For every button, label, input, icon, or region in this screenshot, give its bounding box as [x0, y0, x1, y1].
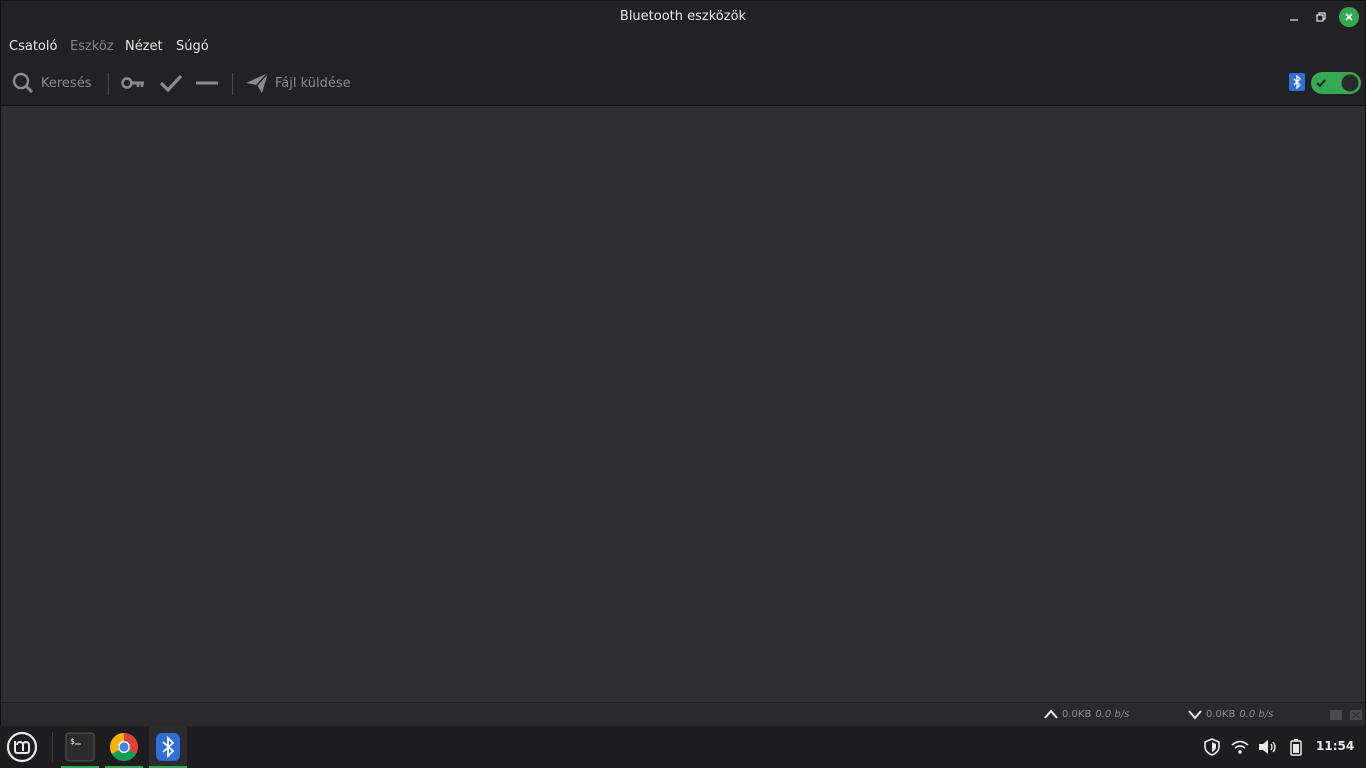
- mint-logo-icon: [6, 731, 38, 763]
- taskbar-bluetooth[interactable]: [149, 726, 187, 768]
- start-menu-button[interactable]: [4, 726, 40, 768]
- send-file-label: Fájl küldése: [275, 75, 351, 91]
- close-button[interactable]: [1339, 7, 1359, 27]
- chrome-icon: [110, 733, 138, 761]
- upload-rate: 0.0 b/s: [1095, 708, 1130, 720]
- tray-volume[interactable]: [1257, 736, 1279, 758]
- bluetooth-window: Bluetooth eszközök Csatoló Eszköz Nézet …: [0, 0, 1366, 727]
- search-icon: [12, 72, 34, 94]
- bluetooth-app-icon: [156, 733, 180, 761]
- taskbar-terminal[interactable]: $: [61, 726, 99, 768]
- status-bar: 0.0KB 0.0 b/s 0.0KB 0.0 b/s: [1, 702, 1365, 727]
- trust-button[interactable]: [159, 70, 183, 96]
- maximize-button[interactable]: [1311, 7, 1331, 27]
- download-total: 0.0KB: [1206, 708, 1236, 720]
- volume-icon: [1259, 740, 1276, 754]
- taskbar-separator: [52, 732, 53, 762]
- shield-icon: [1204, 738, 1220, 756]
- minimize-icon: [1290, 19, 1298, 21]
- upload-stat: 0.0KB 0.0 b/s: [1043, 708, 1129, 720]
- toolbar-separator: [232, 73, 233, 95]
- menu-sugo[interactable]: Súgó: [176, 39, 209, 54]
- battery-icon: [1290, 739, 1302, 756]
- bluetooth-power-toggle[interactable]: [1311, 72, 1361, 94]
- search-label: Keresés: [41, 75, 92, 91]
- tray-shield[interactable]: [1201, 736, 1223, 758]
- download-rate: 0.0 b/s: [1239, 708, 1274, 720]
- svg-text:$: $: [70, 737, 75, 746]
- search-button[interactable]: Keresés: [11, 70, 91, 96]
- taskbar: $ 11:54: [0, 726, 1366, 768]
- key-icon: [121, 77, 144, 89]
- remove-button[interactable]: [195, 70, 219, 96]
- minimize-button[interactable]: [1284, 7, 1304, 27]
- toolbar-separator: [108, 73, 109, 95]
- close-icon: [1345, 13, 1353, 21]
- menu-eszkoz[interactable]: Eszköz: [70, 39, 114, 54]
- menu-csatolo[interactable]: Csatoló: [9, 39, 57, 54]
- taskbar-chrome[interactable]: [105, 726, 143, 768]
- wifi-icon: [1231, 740, 1249, 754]
- tray-battery[interactable]: [1285, 736, 1307, 758]
- toolbar: Keresés Fájl küldése: [1, 63, 1365, 106]
- upload-total: 0.0KB: [1062, 708, 1092, 720]
- bluetooth-status-icon: [1289, 73, 1305, 91]
- tray-network[interactable]: [1229, 736, 1251, 758]
- terminal-icon: $: [65, 732, 95, 762]
- clock[interactable]: 11:54: [1316, 739, 1354, 753]
- menu-bar: Csatoló Eszköz Nézet Súgó: [1, 33, 1365, 63]
- device-list[interactable]: [1, 106, 1365, 702]
- menu-nezet[interactable]: Nézet: [125, 39, 163, 54]
- download-stat: 0.0KB 0.0 b/s: [1187, 708, 1273, 720]
- send-icon: [246, 72, 269, 93]
- send-file-button[interactable]: Fájl küldése: [245, 70, 351, 96]
- restore-icon: [1316, 12, 1326, 22]
- title-bar[interactable]: Bluetooth eszközök: [1, 1, 1365, 33]
- minus-icon: [196, 81, 218, 85]
- checkmark-icon: [159, 74, 183, 93]
- toggle-on-icon: [1316, 74, 1359, 92]
- window-title: Bluetooth eszközök: [619, 9, 747, 24]
- pair-button[interactable]: [121, 70, 145, 96]
- arrow-up-icon: [1044, 709, 1058, 719]
- bluetooth-icon: [1293, 75, 1301, 89]
- network-status-icon: [1330, 710, 1362, 720]
- arrow-down-icon: [1188, 710, 1202, 720]
- status-indicators: [1330, 709, 1362, 721]
